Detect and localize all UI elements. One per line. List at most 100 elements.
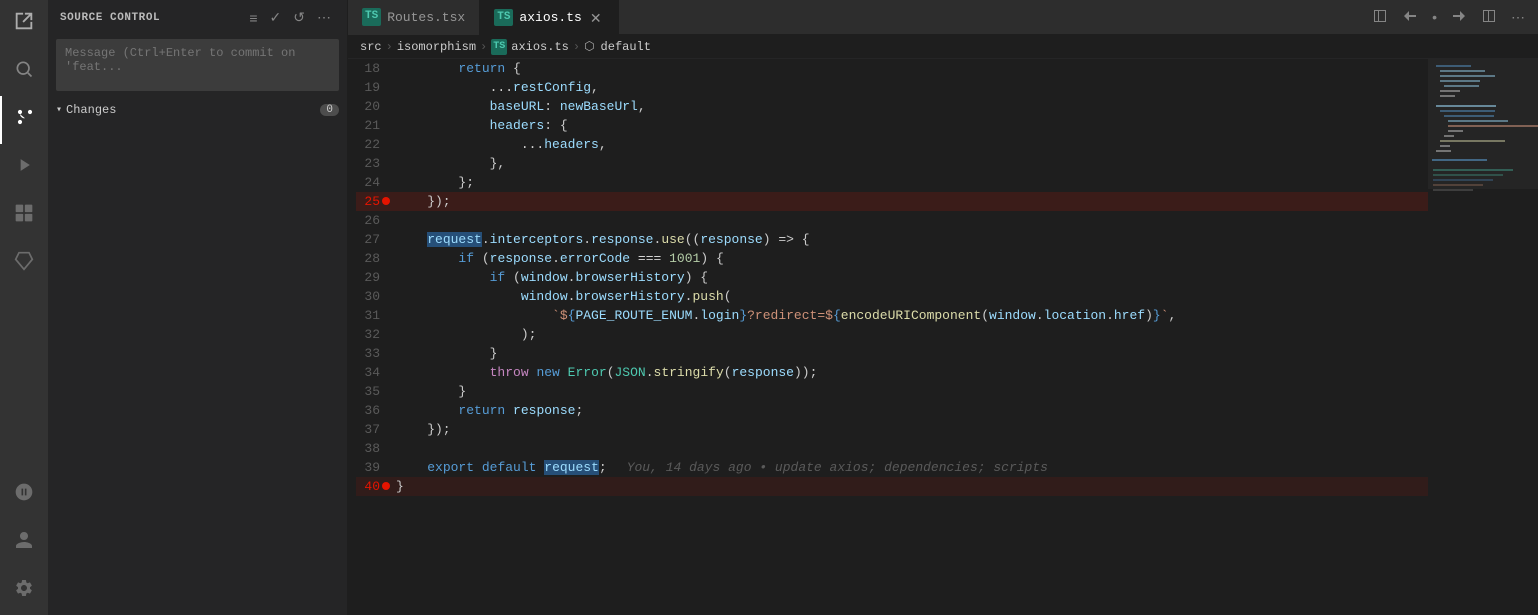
line-num-21: 21 — [356, 116, 396, 135]
ts-icon-routes: TS — [362, 8, 381, 25]
code-line-37: 37 }); — [356, 420, 1428, 439]
line-num-31: 31 — [356, 306, 396, 325]
line-num-23: 23 — [356, 154, 396, 173]
code-line-34: 34 throw new Error(JSON.stringify(respon… — [356, 363, 1428, 382]
code-line-36: 36 return response; — [356, 401, 1428, 420]
code-line-40: 40 } — [356, 477, 1428, 496]
code-line-24: 24 }; — [356, 173, 1428, 192]
code-line-30: 30 window.browserHistory.push( — [356, 287, 1428, 306]
editor-area: TS Routes.tsx TS axios.ts ✕ • ⋯ s — [348, 0, 1538, 615]
activity-bar-item-search[interactable] — [0, 48, 48, 96]
line-num-32: 32 — [356, 325, 396, 344]
activity-bar-item-source-control[interactable] — [0, 96, 48, 144]
tab-axios-label: axios.ts — [519, 10, 581, 25]
code-line-20: 20 baseURL: newBaseUrl, — [356, 97, 1428, 116]
breadcrumb-symbol-icon: ⬡ — [584, 39, 594, 54]
blame-text-39: You, 14 days ago • update axios; depende… — [627, 458, 1048, 477]
activity-bar-item-run[interactable] — [0, 144, 48, 192]
activity-bar-item-extensions[interactable] — [0, 192, 48, 240]
line-num-22: 22 — [356, 135, 396, 154]
minimap-svg — [1428, 59, 1538, 615]
breadcrumb-isomorphism[interactable]: isomorphism — [397, 40, 476, 54]
code-line-22: 22 ...headers, — [356, 135, 1428, 154]
code-line-21: 21 headers: { — [356, 116, 1428, 135]
commit-message-input[interactable] — [56, 39, 339, 91]
code-line-33: 33 } — [356, 344, 1428, 363]
breakpoint-40 — [382, 482, 390, 490]
line-num-28: 28 — [356, 249, 396, 268]
view-menu-button[interactable]: ≡ — [245, 8, 261, 28]
tab-routes[interactable]: TS Routes.tsx — [348, 0, 480, 35]
code-editor: 18 return { 19 ...restConfig, 20 baseURL… — [348, 59, 1538, 615]
remote-icon — [14, 482, 34, 508]
line-num-25: 25 — [356, 192, 396, 211]
line-num-33: 33 — [356, 344, 396, 363]
code-line-28: 28 if (response.errorCode === 1001) { — [356, 249, 1428, 268]
tab-routes-label: Routes.tsx — [387, 10, 465, 25]
code-line-27: 27 request.interceptors.response.use((re… — [356, 230, 1428, 249]
breadcrumb-sep-1: › — [386, 40, 393, 54]
toolbar-btn-back[interactable] — [1397, 5, 1423, 30]
tab-bar: TS Routes.tsx TS axios.ts ✕ • ⋯ — [348, 0, 1538, 35]
toolbar-btn-forward[interactable] — [1446, 5, 1472, 30]
testing-icon — [14, 251, 34, 277]
line-num-36: 36 — [356, 401, 396, 420]
activity-bar-item-settings[interactable] — [0, 567, 48, 615]
line-num-30: 30 — [356, 287, 396, 306]
code-line-19: 19 ...restConfig, — [356, 78, 1428, 97]
sidebar-title: SOURCE CONTROL — [60, 12, 160, 24]
code-line-38: 38 — [356, 439, 1428, 458]
changes-header[interactable]: ▾ Changes 0 — [48, 99, 347, 121]
breadcrumb-src[interactable]: src — [360, 40, 382, 54]
source-control-icon — [15, 107, 35, 133]
commit-button[interactable]: ✓ — [266, 7, 286, 28]
breadcrumb-symbol[interactable]: default — [601, 40, 651, 54]
line-num-26: 26 — [356, 211, 396, 230]
toolbar-btn-split[interactable] — [1476, 5, 1502, 30]
tab-axios[interactable]: TS axios.ts ✕ — [480, 0, 618, 35]
line-num-37: 37 — [356, 420, 396, 439]
code-line-25: 25 }); — [356, 192, 1428, 211]
explorer-icon — [13, 10, 35, 38]
line-num-18: 18 — [356, 59, 396, 78]
code-line-35: 35 } — [356, 382, 1428, 401]
activity-bar-item-testing[interactable] — [0, 240, 48, 288]
changes-label: Changes — [66, 103, 316, 117]
line-num-29: 29 — [356, 268, 396, 287]
code-line-32: 32 ); — [356, 325, 1428, 344]
breadcrumb: src › isomorphism › TS axios.ts › ⬡ defa… — [348, 35, 1538, 59]
toolbar-btn-dot[interactable]: • — [1427, 6, 1442, 28]
breadcrumb-ts-icon: TS — [491, 39, 507, 55]
activity-bar — [0, 0, 48, 615]
tab-toolbar: • ⋯ — [1367, 5, 1538, 30]
changes-count-badge: 0 — [320, 104, 339, 116]
more-actions-button[interactable]: ⋯ — [313, 7, 335, 28]
breakpoint-25 — [382, 197, 390, 205]
toolbar-btn-more[interactable]: ⋯ — [1506, 6, 1530, 29]
code-line-39: 39 export default request; You, 14 days … — [356, 458, 1428, 477]
minimap — [1428, 59, 1538, 615]
activity-bar-item-account[interactable] — [0, 519, 48, 567]
ts-icon-axios: TS — [494, 9, 513, 26]
code-line-26: 26 — [356, 211, 1428, 230]
breadcrumb-sep-2: › — [480, 40, 487, 54]
sidebar: SOURCE CONTROL ≡ ✓ ↺ ⋯ ▾ Changes 0 — [48, 0, 348, 615]
breadcrumb-file[interactable]: axios.ts — [511, 40, 569, 54]
line-num-34: 34 — [356, 363, 396, 382]
toolbar-btn-toggle-panel[interactable] — [1367, 5, 1393, 30]
activity-bar-item-explorer[interactable] — [0, 0, 48, 48]
tab-close-button[interactable]: ✕ — [588, 10, 604, 26]
line-num-40: 40 — [356, 477, 396, 496]
code-content[interactable]: 18 return { 19 ...restConfig, 20 baseURL… — [348, 59, 1428, 615]
account-icon — [14, 530, 34, 556]
extensions-icon — [14, 203, 34, 229]
activity-bar-item-remote[interactable] — [0, 471, 48, 519]
refresh-button[interactable]: ↺ — [289, 7, 309, 28]
line-num-27: 27 — [356, 230, 396, 249]
search-icon — [14, 59, 34, 85]
line-num-38: 38 — [356, 439, 396, 458]
sidebar-header: SOURCE CONTROL ≡ ✓ ↺ ⋯ — [48, 0, 347, 35]
code-line-23: 23 }, — [356, 154, 1428, 173]
line-num-24: 24 — [356, 173, 396, 192]
code-line-29: 29 if (window.browserHistory) { — [356, 268, 1428, 287]
